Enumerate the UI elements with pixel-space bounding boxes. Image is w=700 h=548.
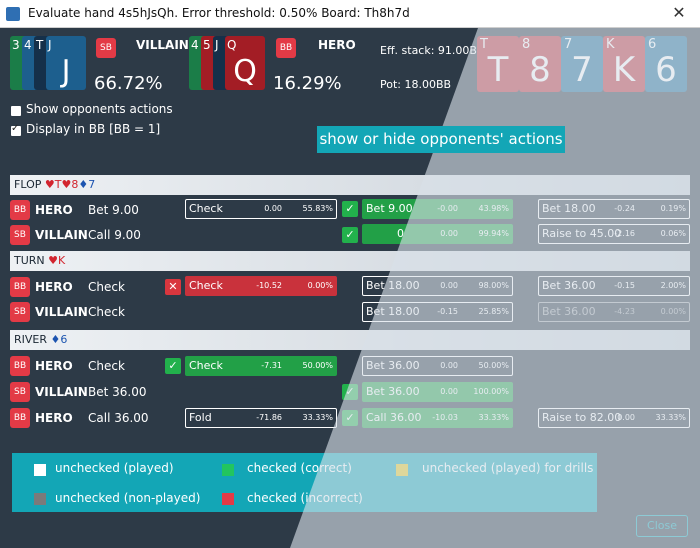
- legend-swatch-yellow: [396, 464, 408, 476]
- legend-label: unchecked (played) for drills: [422, 461, 594, 475]
- correct-check-icon: ✓: [342, 410, 358, 426]
- board-card-2: 88: [519, 36, 561, 92]
- row-action: Check: [88, 305, 125, 319]
- hero-label: HERO: [318, 38, 356, 52]
- row-player: HERO: [35, 411, 73, 425]
- row-player: VILLAIN: [35, 228, 88, 242]
- correct-check-icon: ✓: [165, 358, 181, 374]
- show-opponents-label: Show opponents actions: [26, 102, 173, 116]
- option-bet[interactable]: Bet 36.00 0.00 50.00%: [362, 356, 513, 376]
- legend-swatch-gray: [34, 493, 46, 505]
- effective-stack: Eff. stack: 91.00BB: [380, 44, 485, 57]
- option-bet[interactable]: Bet 36.00 0.00 100.00%: [362, 382, 513, 402]
- row-badge: SB: [10, 382, 30, 402]
- option-bet[interactable]: Bet 18.00 0.00 98.00%: [362, 276, 513, 296]
- legend-label: unchecked (non-played): [55, 491, 201, 505]
- row-action: Call 36.00: [88, 411, 149, 425]
- street-header-flop: FLOP ♥T♥8♦7: [10, 175, 690, 195]
- option-bet[interactable]: Bet 18.00 -0.24 0.19%: [538, 199, 690, 219]
- board-card-4: KK: [603, 36, 645, 92]
- legend-swatch-green: [222, 464, 234, 476]
- villain-card-4: JJ: [46, 36, 86, 90]
- row-action: Bet 36.00: [88, 385, 147, 399]
- display-bb-checkbox[interactable]: [11, 123, 21, 136]
- option-check[interactable]: Check -7.31 50.00%: [185, 356, 337, 376]
- legend-swatch-white: [34, 464, 46, 476]
- legend-swatch-red: [222, 493, 234, 505]
- villain-label: VILLAIN: [136, 38, 189, 52]
- street-header-river: RIVER ♦6: [10, 330, 690, 350]
- row-player: VILLAIN: [35, 385, 88, 399]
- row-badge: SB: [10, 225, 30, 245]
- row-badge: SB: [10, 302, 30, 322]
- row-badge: BB: [10, 356, 30, 376]
- hero-position-badge: BB: [276, 38, 296, 58]
- option-fold[interactable]: Fold -71.86 33.33%: [185, 408, 337, 428]
- board-card-5: 66: [645, 36, 687, 92]
- window-title: Evaluate hand 4s5hJsQh. Error threshold:…: [28, 6, 410, 20]
- option-check[interactable]: Check 0.00 55.83%: [185, 199, 337, 219]
- correct-check-icon: ✓: [342, 384, 358, 400]
- row-player: HERO: [35, 280, 73, 294]
- close-button[interactable]: Close: [636, 515, 688, 537]
- option-check[interactable]: Check -10.52 0.00%: [185, 276, 337, 296]
- legend: unchecked (played) checked (correct) unc…: [12, 453, 597, 512]
- title-bar: Evaluate hand 4s5hJsQh. Error threshold:…: [0, 0, 700, 28]
- option-raise[interactable]: Raise to 82.00 0.00 33.33%: [538, 408, 690, 428]
- correct-check-icon: ✓: [342, 201, 358, 217]
- incorrect-cross-icon: ✕: [165, 279, 181, 295]
- board-card-1: TT: [477, 36, 519, 92]
- option-bet[interactable]: Bet 36.00 -4.23 0.00%: [538, 302, 690, 322]
- legend-label: checked (incorrect): [247, 491, 363, 505]
- row-action: Call 9.00: [88, 228, 141, 242]
- row-player: VILLAIN: [35, 305, 88, 319]
- legend-label: unchecked (played): [55, 461, 174, 475]
- show-opponents-checkbox[interactable]: [11, 106, 21, 116]
- app-icon: [6, 7, 20, 21]
- row-action: Check: [88, 359, 125, 373]
- display-bb-label: Display in BB [BB = 1]: [26, 122, 161, 136]
- option-bet[interactable]: Bet 18.00 -0.15 25.85%: [362, 302, 513, 322]
- board-card-3: 77: [561, 36, 603, 92]
- villain-position-badge: SB: [96, 38, 116, 58]
- pot-size: Pot: 18.00BB: [380, 78, 452, 91]
- row-player: HERO: [35, 203, 73, 217]
- row-action: Check: [88, 280, 125, 294]
- option-call[interactable]: 0 0.00 99.94%: [362, 224, 513, 244]
- row-player: HERO: [35, 359, 73, 373]
- hero-card-4: QQ: [225, 36, 265, 90]
- main-panel: 3 4 T JJ SB VILLAIN 66.72% 4 5 J QQ BB H…: [0, 28, 700, 548]
- row-badge: BB: [10, 277, 30, 297]
- legend-label: checked (correct): [247, 461, 352, 475]
- option-call[interactable]: Call 36.00 -10.03 33.33%: [362, 408, 513, 428]
- correct-check-icon: ✓: [342, 227, 358, 243]
- window-close-icon[interactable]: ✕: [658, 0, 700, 28]
- row-action: Bet 9.00: [88, 203, 139, 217]
- hero-equity: 16.29%: [273, 73, 342, 94]
- row-badge: BB: [10, 408, 30, 428]
- option-bet[interactable]: Bet 36.00 -0.15 2.00%: [538, 276, 690, 296]
- villain-equity: 66.72%: [94, 73, 163, 94]
- tooltip: show or hide opponents' actions: [317, 126, 565, 153]
- street-header-turn: TURN ♥K: [10, 251, 690, 271]
- row-badge: BB: [10, 200, 30, 220]
- option-bet[interactable]: Bet 9.00 -0.00 43.98%: [362, 199, 513, 219]
- option-raise[interactable]: Raise to 45.00 -2.16 0.06%: [538, 224, 690, 244]
